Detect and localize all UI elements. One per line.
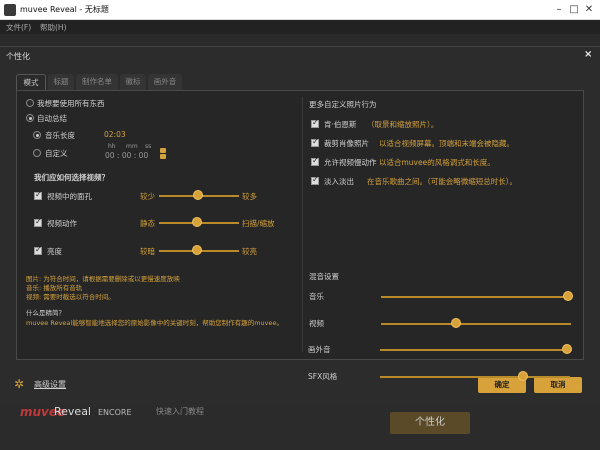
advanced-settings-icon[interactable]: ✲ [14, 377, 28, 391]
brightness-left-label: 较暗 [140, 247, 155, 256]
radio-music-length[interactable] [33, 131, 41, 139]
mix-sfx-label: SFX风格 [308, 372, 338, 381]
mix-voiceover-label: 画外音 [308, 345, 331, 354]
menu-help[interactable]: 帮助(H) [40, 22, 67, 33]
mix-music-label: 音乐 [309, 292, 324, 301]
ken-burns-label: 肯·伯恩斯 [324, 120, 357, 129]
radio-custom[interactable] [33, 149, 41, 157]
window-titlebar: muvee Reveal - 无标题 – □ ✕ [0, 0, 600, 20]
brightness-right-label: 较亮 [242, 247, 257, 256]
motion-slider-knob[interactable] [192, 217, 202, 227]
brand-encore: ENCORE [98, 408, 132, 417]
select-heading: 我们应如何选择视频？ [34, 173, 109, 182]
tab-logo[interactable]: 徽标 [120, 74, 146, 90]
motion-right-label: 扫描/缩放 [242, 219, 275, 228]
checkbox-fade[interactable] [311, 175, 319, 185]
tutorial-link[interactable]: 快速入门教程 [156, 406, 204, 417]
advanced-settings-link[interactable]: 高级设置 [34, 379, 66, 390]
crop-portrait-label: 裁剪肖像照片 [324, 139, 369, 148]
radio-use-all[interactable] [26, 99, 34, 107]
time-header-ss: ss [145, 143, 152, 150]
mix-voiceover-slider[interactable] [380, 349, 570, 351]
summarize-label: 自动总结 [37, 114, 67, 123]
time-header-mm: mm [126, 143, 138, 150]
music-length-value: 02:03 [104, 130, 126, 139]
dialog-title: 个性化 [6, 52, 30, 61]
motion-label: 视频动作 [47, 219, 77, 228]
slow-motion-label: 允许视频慢动作 [324, 158, 377, 167]
ken-burns-desc: （取景和缩放照片）。 [367, 120, 439, 129]
personalize-button[interactable]: 个性化 [390, 412, 470, 434]
music-length-label: 音乐长度 [45, 131, 75, 140]
faces-label: 视频中的面孔 [47, 192, 92, 201]
column-divider [302, 97, 303, 352]
mix-video-knob[interactable] [451, 318, 461, 328]
slow-motion-desc: 以适合muvee的风格调式和长度。 [379, 158, 495, 167]
maximize-icon[interactable]: □ [567, 3, 581, 17]
mix-sfx-slider[interactable] [380, 376, 570, 378]
what-is-link[interactable]: 什么是精简？ [26, 307, 65, 317]
faces-left-label: 较少 [140, 192, 155, 201]
mix-sfx-knob[interactable] [518, 371, 528, 381]
checkbox-crop-portrait[interactable] [311, 137, 319, 147]
mix-music-slider[interactable] [381, 296, 571, 298]
fade-label: 淡入淡出 [324, 177, 354, 186]
tab-mode[interactable]: 模式 [16, 74, 46, 90]
custom-time-input[interactable]: 00 : 00 : 00 [105, 151, 148, 160]
mix-music-knob[interactable] [563, 291, 573, 301]
checkbox-motion[interactable] [34, 217, 42, 227]
menu-file[interactable]: 文件(F) [6, 22, 31, 33]
crop-portrait-desc: 以适合视频屏幕。顶端和末端会被隐藏。 [379, 139, 514, 148]
mix-heading: 混音设置 [309, 272, 339, 281]
app-icon [4, 4, 16, 16]
faces-right-label: 较多 [242, 192, 257, 201]
mix-video-label: 视频 [309, 319, 324, 328]
mode-panel: 我想要使用所有东西 自动总结 音乐长度 02:03 hh mm ss 自定义 0… [16, 90, 584, 360]
close-window-icon[interactable]: ✕ [582, 3, 596, 17]
dialog-close-icon[interactable]: × [584, 49, 592, 60]
checkbox-ken-burns[interactable] [311, 118, 319, 128]
menubar: 文件(F) 帮助(H) [0, 20, 600, 34]
more-heading: 更多自定义照片行为 [309, 100, 377, 109]
mix-voiceover-knob[interactable] [562, 344, 572, 354]
mix-video-slider[interactable] [381, 323, 571, 325]
custom-label: 自定义 [45, 149, 68, 158]
tab-credits[interactable]: 制作名单 [76, 74, 118, 90]
radio-summarize[interactable] [26, 114, 34, 122]
window-title: muvee Reveal - 无标题 [20, 5, 109, 14]
tab-voiceover[interactable]: 画外音 [148, 74, 182, 90]
faces-slider-knob[interactable] [193, 190, 203, 200]
checkbox-brightness[interactable] [34, 245, 42, 255]
what-is-desc: muvee Reveal能够智能地选择您的原始影像中的关键时刻，帮助您制作有趣的… [26, 319, 284, 327]
motion-left-label: 静态 [140, 219, 155, 228]
spin-down-icon[interactable] [160, 154, 166, 159]
brightness-label: 亮度 [47, 247, 62, 256]
fade-desc: 在音乐歌曲之间。（可能会略微缩短总时长）。 [367, 177, 517, 186]
personalize-dialog: 个性化 × 模式 标题 制作名单 徽标 画外音 我想要使用所有东西 自动总结 音… [0, 46, 600, 406]
note-video: 视频: 需要时截选以符合时间。 [26, 293, 115, 301]
cancel-button[interactable]: 取消 [534, 377, 582, 393]
minimize-icon[interactable]: – [552, 3, 566, 17]
use-all-label: 我想要使用所有东西 [37, 99, 105, 108]
time-header-hh: hh [108, 143, 116, 150]
brand-reveal: Reveal [54, 405, 91, 418]
checkbox-faces[interactable] [34, 190, 42, 200]
spin-up-icon[interactable] [160, 148, 166, 153]
brightness-slider-knob[interactable] [192, 245, 202, 255]
checkbox-slow-motion[interactable] [311, 156, 319, 166]
tab-title[interactable]: 标题 [48, 74, 74, 90]
